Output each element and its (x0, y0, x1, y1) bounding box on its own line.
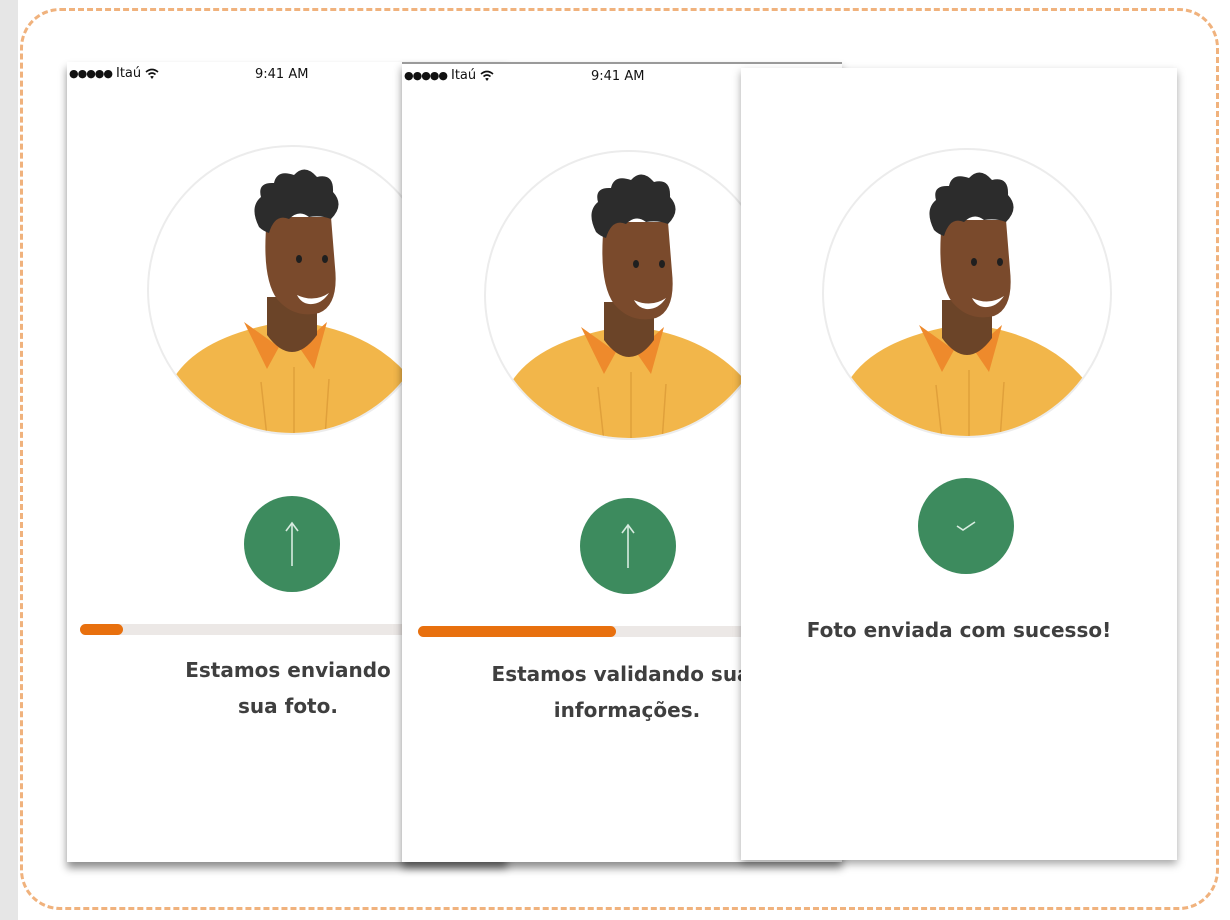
upload-progress-fill (80, 624, 123, 635)
arrow-up-icon (621, 523, 635, 568)
validation-progress-bar (418, 626, 748, 637)
status-message-line-2: informações. (553, 698, 701, 722)
status-time: 9:41 AM (591, 69, 645, 84)
avatar-illustration (484, 150, 774, 440)
status-message: Estamos validando suas informações. (482, 656, 772, 728)
avatar-illustration (147, 145, 437, 435)
success-status-circle (918, 478, 1014, 574)
upload-status-circle (244, 496, 340, 592)
carrier-name: Itaú (116, 66, 142, 81)
left-edge-bar (0, 0, 18, 920)
status-time: 9:41 AM (255, 67, 309, 82)
success-message-text: Foto enviada com sucesso! (806, 618, 1112, 642)
carrier-info: ●●●●● Itaú (69, 66, 159, 81)
status-message-line-1: Estamos enviando (185, 658, 391, 682)
wifi-icon (480, 70, 494, 82)
signal-strength-icon: ●●●●● (69, 67, 113, 80)
status-message-line-1: Estamos validando suas (491, 662, 763, 686)
avatar-illustration (822, 148, 1112, 438)
status-message: Estamos enviando sua foto. (167, 652, 409, 724)
arrow-up-icon (285, 521, 299, 566)
carrier-name: Itaú (451, 68, 477, 83)
wifi-icon (145, 68, 159, 80)
signal-strength-icon: ●●●●● (404, 69, 448, 82)
validation-progress-fill (418, 626, 616, 637)
phone-screen-success: Foto enviada com sucesso! (741, 68, 1177, 860)
success-message: Foto enviada com sucesso! (791, 612, 1127, 648)
status-message-line-2: sua foto. (238, 694, 338, 718)
upload-status-circle (580, 498, 676, 594)
checkmark-icon (956, 521, 976, 531)
carrier-info: ●●●●● Itaú (404, 68, 494, 83)
